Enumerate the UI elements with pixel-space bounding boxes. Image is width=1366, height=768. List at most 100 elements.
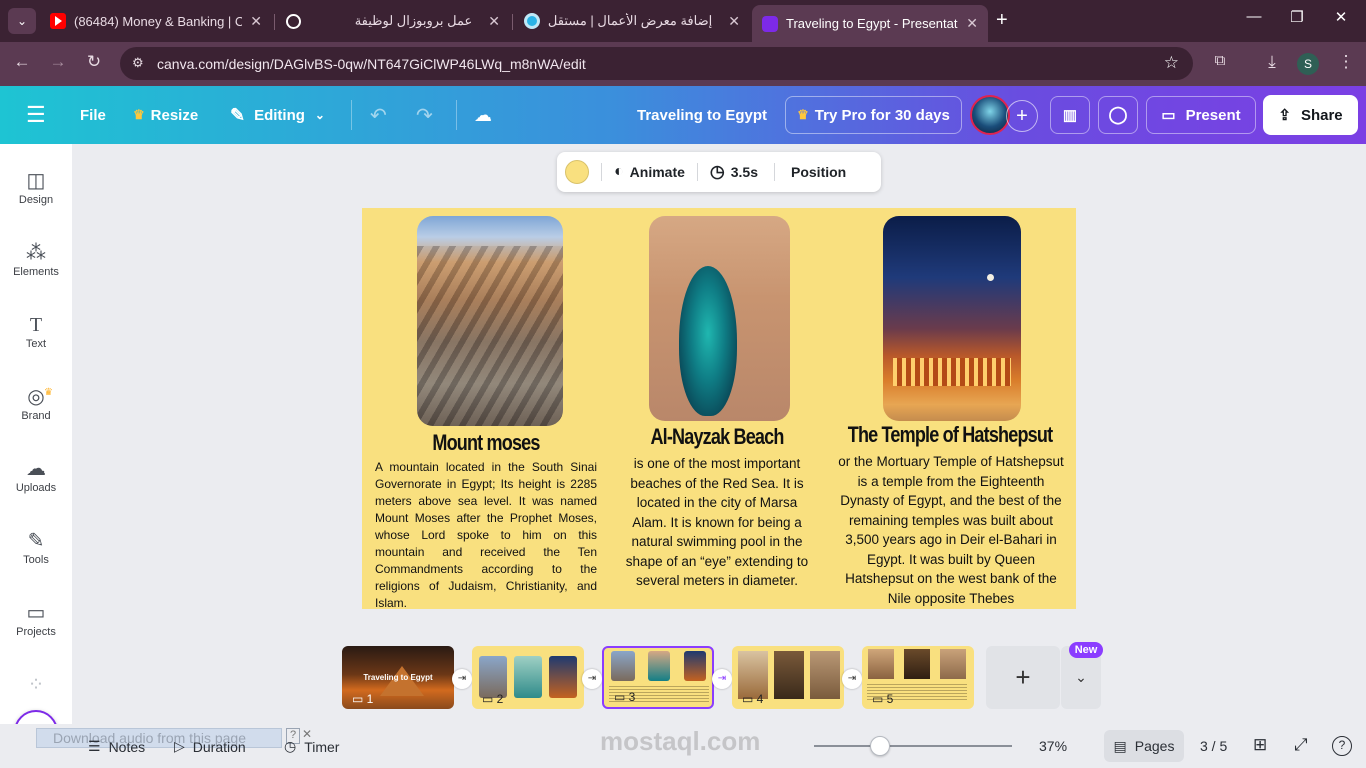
- user-avatar[interactable]: [970, 95, 1010, 135]
- present-label: Present: [1185, 106, 1241, 124]
- sidebar-item-uploads[interactable]: ☁ Uploads: [0, 456, 72, 494]
- extensions-icon[interactable]: ⧉: [1208, 52, 1232, 69]
- sidebar-item-text[interactable]: T Text: [0, 312, 72, 350]
- watermark-text: mostaql.com: [600, 726, 761, 756]
- animate-button[interactable]: ◐ Animate: [614, 163, 685, 181]
- crown-icon: ♛: [797, 107, 809, 122]
- file-menu-button[interactable]: File: [80, 86, 106, 144]
- tab-search-button[interactable]: ⌄: [8, 8, 36, 34]
- redo-icon[interactable]: ↷: [416, 86, 433, 144]
- duration-footer-button[interactable]: ▷ Duration: [174, 738, 246, 755]
- page-thumb-3-selected[interactable]: ▭ 3: [602, 646, 714, 709]
- position-button[interactable]: Position: [791, 164, 846, 180]
- editor-footer: Download audio from this page ? ✕ ☰ Notes…: [0, 724, 1366, 768]
- pages-label: Pages: [1134, 738, 1175, 754]
- timer-button[interactable]: ◷ Timer: [284, 738, 339, 755]
- analytics-chart-icon[interactable]: ▥: [1050, 96, 1090, 134]
- brand-icon: ◎ ♛: [0, 384, 72, 410]
- timer-label: Timer: [304, 738, 340, 755]
- cloud-saved-icon[interactable]: ☁: [474, 86, 492, 144]
- al-nayzak-beach-photo[interactable]: [649, 216, 790, 421]
- crown-icon: ♛: [133, 107, 145, 122]
- position-label: Position: [791, 164, 847, 180]
- youtube-icon: [50, 13, 66, 29]
- restore-icon[interactable]: ❐: [1282, 8, 1312, 26]
- help-circle-icon[interactable]: ?: [1332, 736, 1352, 756]
- forward-icon[interactable]: →: [46, 52, 70, 72]
- zoom-slider-track[interactable]: [814, 745, 1012, 747]
- page-thumb-5[interactable]: ▭ 5: [862, 646, 974, 709]
- mount-moses-photo[interactable]: [417, 216, 563, 426]
- browser-tab-mostaql[interactable]: إضافة معرض الأعمال | مستقل ✕: [514, 6, 750, 36]
- page-thumb-4[interactable]: ▭ 4: [732, 646, 844, 709]
- page-thumb-1[interactable]: Traveling to Egypt ▭ 1: [342, 646, 454, 709]
- undo-icon[interactable]: ↶: [370, 86, 387, 144]
- crown-icon: ♛: [44, 387, 53, 398]
- close-tab-icon[interactable]: ✕: [966, 15, 978, 32]
- browser-tab-youtube[interactable]: (86484) Money & Banking | Cha ✕: [40, 6, 272, 36]
- bookmark-star-icon[interactable]: ☆: [1164, 53, 1179, 73]
- duration-button[interactable]: ◷ 3.5s: [710, 162, 758, 182]
- close-window-icon[interactable]: ✕: [1326, 8, 1356, 26]
- transition-icon[interactable]: ⇥: [582, 669, 602, 689]
- slide-canvas[interactable]: Mount moses Al-Nayzak Beach The Temple o…: [362, 208, 1076, 610]
- close-tab-icon[interactable]: ✕: [250, 13, 262, 30]
- background-color-swatch[interactable]: [565, 160, 589, 184]
- add-collaborator-icon[interactable]: +: [1006, 100, 1038, 132]
- minimize-icon[interactable]: —: [1239, 8, 1269, 25]
- transition-icon[interactable]: ⇥: [452, 669, 472, 689]
- tools-icon: ✎: [27, 530, 45, 552]
- try-pro-button[interactable]: ♛ Try Pro for 30 days: [785, 96, 962, 134]
- pages-button[interactable]: ▤ Pages: [1104, 730, 1184, 762]
- close-tab-icon[interactable]: ✕: [728, 13, 740, 30]
- clock-icon: ◷: [709, 162, 725, 181]
- profile-avatar[interactable]: S: [1297, 53, 1319, 75]
- transition-icon[interactable]: ⇥: [842, 669, 862, 689]
- site-info-icon[interactable]: ⚙: [132, 55, 144, 71]
- browser-tab-canva-active[interactable]: Traveling to Egypt - Presentatio ✕: [752, 5, 988, 42]
- close-tab-icon[interactable]: ✕: [488, 13, 500, 30]
- page-thumb-2[interactable]: ▭ 2: [472, 646, 584, 709]
- url-input[interactable]: ⚙ canva.com/design/DAGlvBS-0qw/NT647GiCl…: [120, 47, 1193, 80]
- back-icon[interactable]: ←: [10, 52, 34, 72]
- sidebar-item-elements[interactable]: ⁂ Elements: [0, 240, 72, 278]
- comment-icon[interactable]: ◯: [1098, 96, 1138, 134]
- browser-menu-icon[interactable]: ⋮: [1334, 52, 1358, 72]
- transition-icon[interactable]: ⇥: [712, 669, 732, 689]
- present-button[interactable]: ▭ Present: [1146, 96, 1256, 134]
- design-title[interactable]: Traveling to Egypt: [637, 86, 767, 144]
- download-icon[interactable]: ⤓: [1260, 52, 1284, 72]
- browser-tab-proposal[interactable]: عمل بروبوزال لوظيفة ✕: [276, 6, 510, 36]
- new-tab-button[interactable]: +: [996, 9, 1008, 32]
- timer-icon: ◷: [284, 738, 297, 754]
- notes-label: Notes: [108, 738, 146, 755]
- editing-mode-button[interactable]: ✎ Editing ⌄: [230, 86, 325, 144]
- openai-icon: [286, 13, 301, 29]
- fullscreen-icon[interactable]: ⤢: [1294, 735, 1308, 755]
- sidebar-item-projects[interactable]: ▭ Projects: [0, 600, 72, 638]
- hamburger-menu-icon[interactable]: ☰: [26, 86, 46, 144]
- zoom-percent[interactable]: 37%: [1039, 738, 1067, 754]
- sidebar-item-tools[interactable]: ✎ Tools: [0, 528, 72, 566]
- share-button[interactable]: ⇪ Share: [1263, 95, 1358, 135]
- notes-button[interactable]: ☰ Notes: [88, 738, 145, 755]
- reload-icon[interactable]: ↻: [82, 52, 106, 72]
- sidebar-item-design[interactable]: ◫ Design: [0, 168, 72, 206]
- uploads-icon: ☁: [26, 458, 46, 480]
- pencil-icon: ✎: [230, 104, 246, 125]
- hatshepsut-temple-title: The Temple of Hatshepsut: [847, 422, 1053, 447]
- resize-button[interactable]: ♛ Resize: [133, 86, 198, 144]
- hatshepsut-temple-photo[interactable]: [883, 216, 1021, 421]
- add-page-button[interactable]: +: [986, 646, 1060, 709]
- sidebar-item-brand[interactable]: ◎ ♛ Brand: [0, 384, 72, 422]
- text-icon: T: [29, 314, 43, 336]
- zoom-slider-thumb[interactable]: [870, 736, 891, 756]
- grid-view-icon[interactable]: ⊞: [1253, 735, 1267, 755]
- canva-icon: [762, 15, 778, 32]
- page-counter: 3 / 5: [1200, 738, 1228, 754]
- try-pro-label: Try Pro for 30 days: [814, 106, 950, 124]
- sidebar-item-label: Elements: [13, 266, 59, 278]
- thumb-number: ▭ 2: [482, 692, 504, 706]
- sidebar-item-label: Brand: [21, 410, 51, 422]
- projects-icon: ▭: [26, 602, 46, 624]
